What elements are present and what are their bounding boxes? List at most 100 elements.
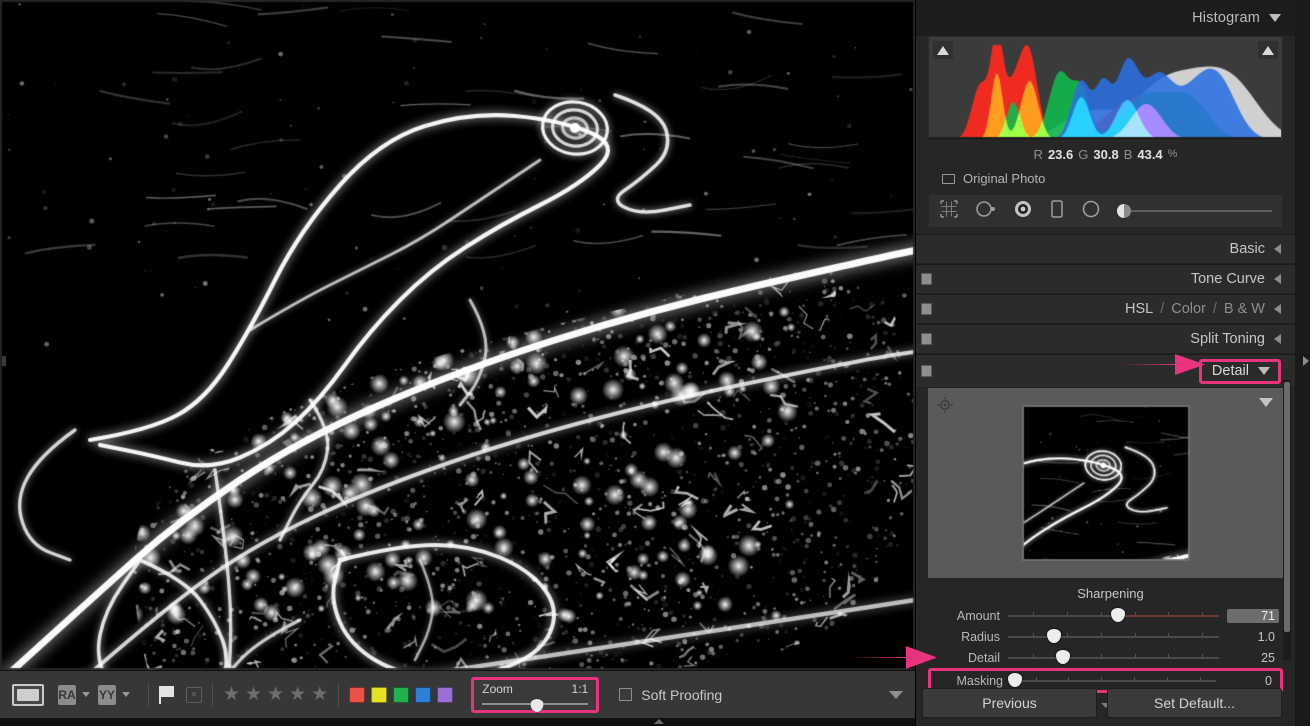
red-eye-icon[interactable] xyxy=(1013,199,1033,224)
flag-reject-icon[interactable]: × xyxy=(186,687,202,703)
color-label-swatches[interactable] xyxy=(349,687,453,703)
histogram-panel[interactable]: R 23.6 G 30.8 B 43.4 % Original Photo xyxy=(916,36,1295,194)
histogram-canvas xyxy=(929,37,1281,140)
sharpening-mask-preview-image[interactable] xyxy=(0,0,915,670)
compare-view-button[interactable]: RA xyxy=(58,685,76,705)
color-label-red[interactable] xyxy=(349,687,365,703)
detail-panel-body[interactable]: Sharpening Amount 71 Radius xyxy=(916,388,1295,699)
graduated-filter-icon[interactable] xyxy=(1049,199,1065,224)
masking-value[interactable]: 0 xyxy=(1224,674,1276,688)
chevron-left-icon[interactable] xyxy=(1274,334,1281,344)
hsl-switch[interactable] xyxy=(921,303,932,315)
survey-dropdown-icon[interactable] xyxy=(122,692,130,697)
detail-zoom-preview[interactable] xyxy=(928,388,1283,578)
detail-preview-disclosure-triangle-icon[interactable] xyxy=(1259,398,1273,407)
star-2[interactable]: ★ xyxy=(245,685,262,704)
sidebar-item-detail[interactable]: Detail xyxy=(916,354,1295,388)
previous-button[interactable]: Previous xyxy=(922,688,1097,718)
lightroom-develop-window: RA YY × ★ ★ ★ ★ ★ xyxy=(0,0,1310,726)
chevron-left-icon[interactable] xyxy=(1274,274,1281,284)
chevron-left-icon[interactable] xyxy=(1274,304,1281,314)
color-label-blue[interactable] xyxy=(415,687,431,703)
section-title-bw[interactable]: B & W xyxy=(1224,301,1265,317)
star-1[interactable]: ★ xyxy=(223,685,240,704)
highlight-clipping-indicator-icon[interactable] xyxy=(1258,41,1278,59)
radius-slider-knob[interactable] xyxy=(1047,629,1061,643)
filmstrip-edge xyxy=(0,718,915,726)
chevron-left-icon[interactable] xyxy=(1274,244,1281,254)
sidebar-item-basic[interactable]: Basic xyxy=(916,234,1295,264)
detail-preview-thumbnail[interactable] xyxy=(1022,405,1190,561)
masking-slider-track[interactable] xyxy=(1011,674,1216,688)
amount-value[interactable]: 71 xyxy=(1227,609,1279,623)
detail-switch[interactable] xyxy=(921,365,932,377)
radius-slider-track[interactable] xyxy=(1008,630,1219,644)
soft-proofing-checkbox[interactable] xyxy=(619,688,632,701)
detail-header-highlight[interactable]: Detail xyxy=(1199,359,1281,384)
split-toning-switch[interactable] xyxy=(921,333,932,345)
detail-slider-track[interactable] xyxy=(1008,651,1219,665)
section-title-color[interactable]: Color xyxy=(1171,301,1206,317)
section-title-hsl[interactable]: HSL xyxy=(1125,301,1153,317)
color-label-yellow[interactable] xyxy=(371,687,387,703)
tone-curve-switch[interactable] xyxy=(921,273,932,285)
sharpening-controls[interactable]: Sharpening Amount 71 Radius xyxy=(928,578,1283,699)
color-label-purple[interactable] xyxy=(437,687,453,703)
star-3[interactable]: ★ xyxy=(267,685,284,704)
adjustment-brush-amount-slider[interactable] xyxy=(1117,204,1272,218)
toolbar-divider-1 xyxy=(148,683,149,707)
toolbar-options-chevron-down-icon[interactable] xyxy=(889,691,903,699)
slider-row-amount[interactable]: Amount 71 xyxy=(928,605,1283,626)
zoom-slider-knob[interactable] xyxy=(531,699,544,712)
detail-slider-value[interactable]: 25 xyxy=(1227,651,1279,665)
color-label-green[interactable] xyxy=(393,687,409,703)
develop-tool-strip[interactable] xyxy=(928,194,1283,228)
star-4[interactable]: ★ xyxy=(289,685,306,704)
set-default-button[interactable]: Set Default... xyxy=(1107,688,1282,718)
compare-dropdown-icon[interactable] xyxy=(82,692,90,697)
slider-row-detail[interactable]: Detail 25 xyxy=(928,647,1283,668)
develop-panel-buttons[interactable]: Previous Set Default... xyxy=(916,688,1296,718)
radius-value[interactable]: 1.0 xyxy=(1227,630,1279,644)
brush-amount-track[interactable] xyxy=(1131,205,1272,217)
sidebar-item-hsl-color-bw[interactable]: HSL / Color / B & W xyxy=(916,294,1295,324)
loupe-target-icon[interactable] xyxy=(936,396,954,414)
zoom-slider-track[interactable] xyxy=(482,699,588,709)
filmstrip-expand-triangle-icon[interactable] xyxy=(654,719,664,724)
histogram-header[interactable]: Histogram xyxy=(916,0,1295,36)
detail-slider-label: Detail xyxy=(932,651,1000,665)
develop-right-panel[interactable]: Histogram R 23.6 G 30.8 B 43.4 % Origina… xyxy=(915,0,1295,726)
spot-removal-icon[interactable] xyxy=(975,199,997,224)
histogram-rgb-readout: R 23.6 G 30.8 B 43.4 % xyxy=(928,141,1283,167)
sidebar-item-split-toning[interactable]: Split Toning xyxy=(916,324,1295,354)
image-preview-stage[interactable] xyxy=(0,0,915,670)
original-photo-checkbox-icon[interactable] xyxy=(942,174,955,184)
survey-view-button[interactable]: YY xyxy=(98,685,116,705)
right-panel-scrollbar[interactable] xyxy=(1283,380,1291,660)
histogram-plot[interactable] xyxy=(928,36,1283,141)
r-label: R xyxy=(1034,147,1043,162)
star-rating-control[interactable]: ★ ★ ★ ★ ★ xyxy=(223,685,328,704)
crop-grid-icon[interactable] xyxy=(939,199,959,224)
sidebar-item-tone-curve[interactable]: Tone Curve xyxy=(916,264,1295,294)
star-5[interactable]: ★ xyxy=(311,685,328,704)
slider-row-radius[interactable]: Radius 1.0 xyxy=(928,626,1283,647)
hsl-separator-2: / xyxy=(1213,301,1217,317)
detail-slider-knob[interactable] xyxy=(1056,650,1070,664)
amount-slider-knob[interactable] xyxy=(1111,608,1125,622)
develop-bottom-toolbar[interactable]: RA YY × ★ ★ ★ ★ ★ xyxy=(0,670,915,718)
brush-amount-knob-icon[interactable] xyxy=(1117,204,1131,218)
zoom-slider-widget[interactable]: Zoom 1:1 xyxy=(471,677,599,713)
masking-label: Masking xyxy=(935,674,1003,688)
shadow-clipping-indicator-icon[interactable] xyxy=(933,41,953,59)
masking-slider-knob[interactable] xyxy=(1008,673,1022,687)
left-panel-collapse-handle[interactable] xyxy=(2,356,6,366)
loupe-view-button[interactable] xyxy=(12,684,44,706)
amount-slider-track[interactable] xyxy=(1008,609,1219,623)
flag-pick-button[interactable] xyxy=(159,686,176,704)
radial-filter-icon[interactable] xyxy=(1081,199,1101,224)
chevron-down-icon[interactable] xyxy=(1258,367,1270,375)
chevron-down-icon[interactable] xyxy=(1269,14,1281,22)
right-panel-collapse-triangle-icon[interactable] xyxy=(1303,356,1309,366)
original-photo-toggle[interactable]: Original Photo xyxy=(928,167,1283,194)
